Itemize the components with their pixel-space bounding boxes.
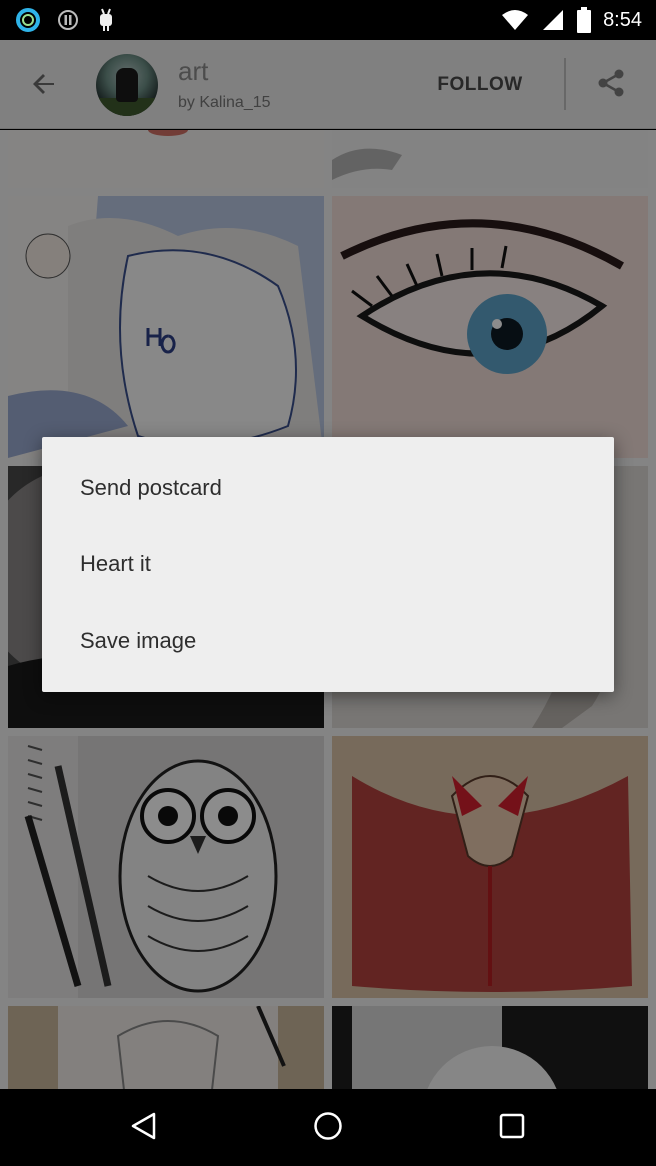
nav-recents-icon xyxy=(497,1111,527,1146)
android-debug-icon xyxy=(94,6,118,34)
system-nav-bar xyxy=(0,1089,656,1166)
ring-app-icon xyxy=(14,6,42,34)
battery-icon xyxy=(577,7,592,33)
status-time: 8:54 xyxy=(603,8,642,31)
nav-back-button[interactable] xyxy=(114,1107,174,1149)
menu-item-save-image[interactable]: Save image xyxy=(42,603,614,679)
signal-icon xyxy=(541,8,565,32)
nav-home-icon xyxy=(312,1110,344,1147)
nav-back-icon xyxy=(128,1110,160,1147)
menu-item-send-postcard[interactable]: Send postcard xyxy=(42,450,614,526)
image-options-menu: Send postcard Heart it Save image xyxy=(42,437,614,692)
wifi-icon xyxy=(501,8,529,32)
nav-recents-button[interactable] xyxy=(482,1107,542,1149)
notification-icon xyxy=(56,8,80,32)
nav-home-button[interactable] xyxy=(298,1107,358,1149)
menu-item-heart-it[interactable]: Heart it xyxy=(42,526,614,602)
status-bar: 8:54 xyxy=(0,0,656,40)
